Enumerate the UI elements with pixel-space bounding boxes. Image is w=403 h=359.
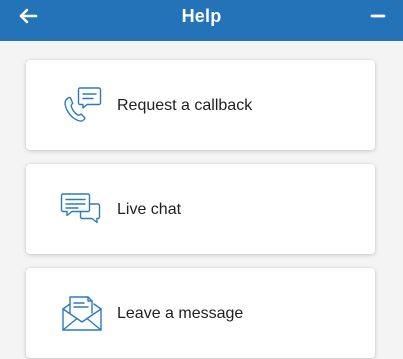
request-callback-label: Request a callback	[117, 97, 253, 114]
minimize-button[interactable]	[365, 4, 391, 28]
leave-message-label: Leave a message	[117, 305, 244, 322]
envelope-message-icon	[60, 292, 104, 334]
minus-icon	[370, 14, 386, 18]
header-bar: Help	[0, 0, 403, 41]
request-callback-option[interactable]: Request a callback	[26, 60, 375, 150]
chat-bubbles-icon	[60, 188, 104, 230]
page-title: Help	[181, 6, 222, 26]
live-chat-label: Live chat	[117, 201, 182, 218]
live-chat-option[interactable]: Live chat	[26, 164, 375, 254]
leave-message-option[interactable]: Leave a message	[26, 268, 375, 358]
phone-callback-icon	[60, 84, 104, 126]
